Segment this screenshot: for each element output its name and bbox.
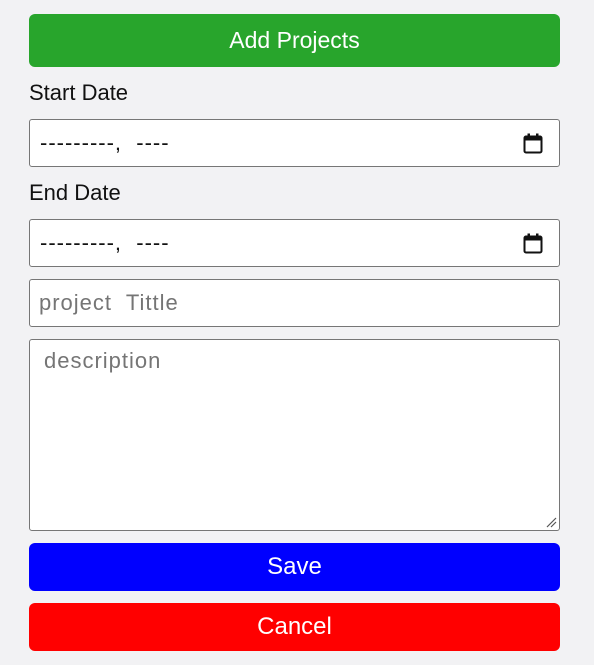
description-field	[29, 339, 560, 531]
add-projects-button[interactable]: Add Projects	[29, 14, 560, 67]
resize-handle-icon[interactable]	[545, 516, 557, 528]
end-date-value: ---------, ----	[40, 230, 170, 255]
end-date-label: End Date	[29, 180, 121, 205]
start-date-label: Start Date	[29, 80, 129, 105]
add-project-form: Add Projects Start Date ---------, ---- …	[0, 0, 594, 665]
start-date-input[interactable]: ---------, ----	[29, 119, 560, 167]
end-date-input[interactable]: ---------, ----	[29, 219, 560, 267]
project-title-input[interactable]	[39, 290, 559, 316]
calendar-icon[interactable]	[523, 133, 543, 154]
project-title-field	[29, 279, 560, 327]
calendar-icon[interactable]	[523, 233, 543, 254]
cancel-button[interactable]: Cancel	[29, 603, 560, 651]
save-button[interactable]: Save	[29, 543, 560, 591]
start-date-value: ---------, ----	[40, 130, 170, 155]
description-textarea[interactable]	[44, 348, 545, 522]
